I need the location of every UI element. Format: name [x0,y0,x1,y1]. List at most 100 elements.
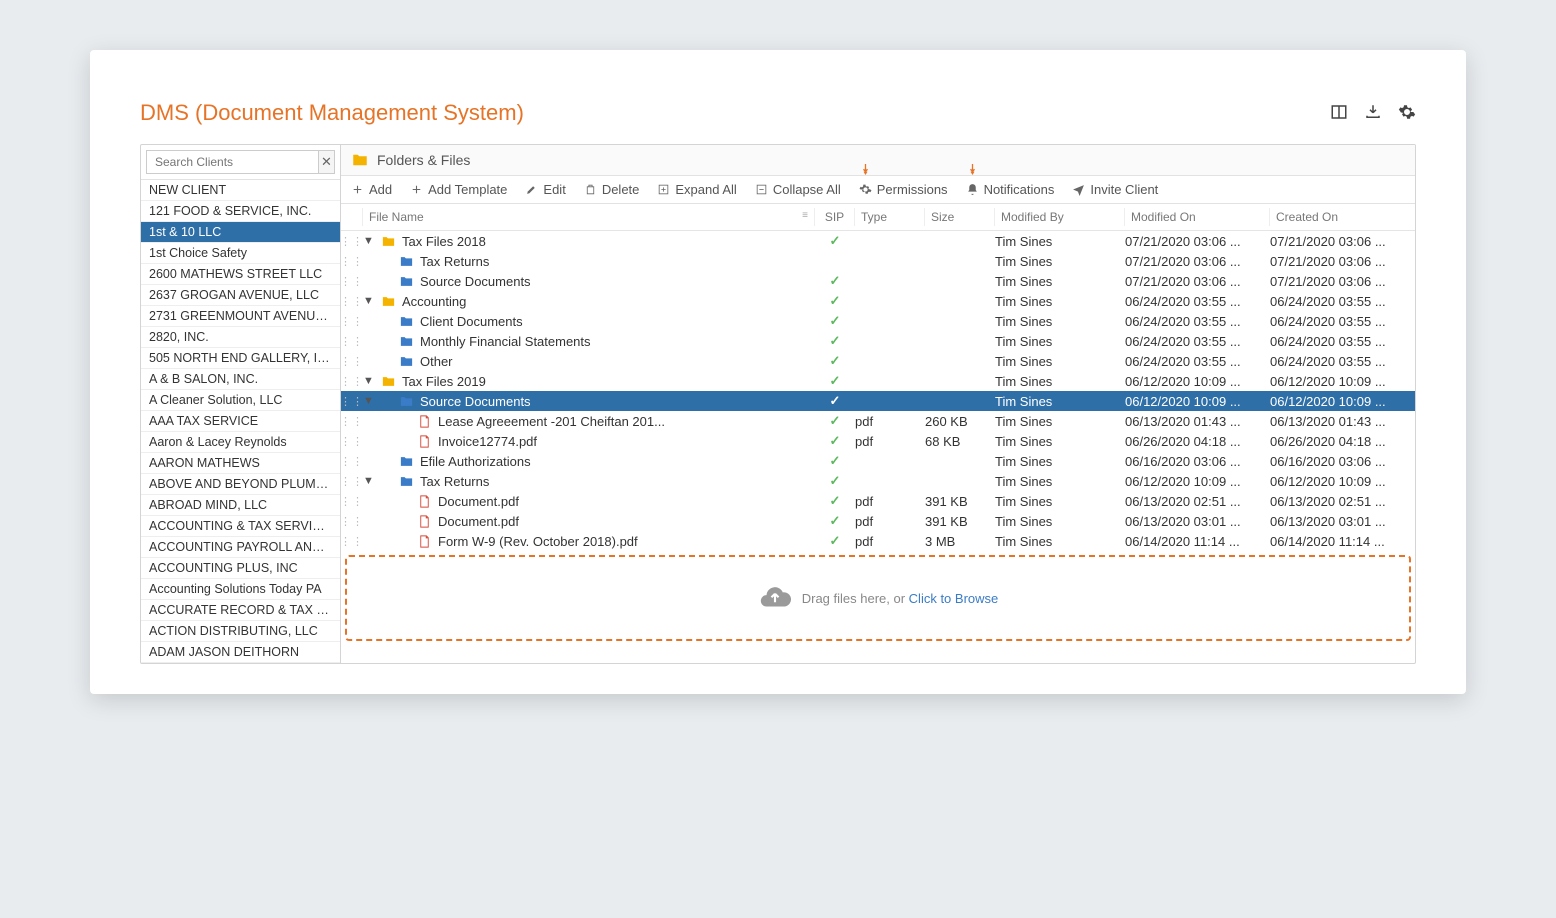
notifications-button[interactable]: Notifications [966,182,1055,197]
drag-handle-icon[interactable]: ⋮⋮ [341,235,363,248]
client-item[interactable]: 2637 GROGAN AVENUE, LLC [141,285,340,306]
client-item[interactable]: A Cleaner Solution, LLC [141,390,340,411]
drag-handle-icon[interactable]: ⋮⋮ [341,435,363,448]
client-item[interactable]: 2820, INC. [141,327,340,348]
client-item[interactable]: Accounting Solutions Today PA [141,579,340,600]
table-row[interactable]: ⋮⋮Document.pdf✓pdf391 KBTim Sines06/13/2… [341,491,1415,511]
drag-handle-icon[interactable]: ⋮⋮ [341,355,363,368]
col-sip[interactable]: SIP [815,208,855,226]
client-item[interactable]: ACTION DISTRIBUTING, LLC [141,621,340,642]
sort-icon[interactable]: ≡ [802,210,808,224]
table-row[interactable]: ⋮⋮Source Documents✓Tim Sines07/21/2020 0… [341,271,1415,291]
table-row[interactable]: ⋮⋮▼Tax Files 2019✓Tim Sines06/12/2020 10… [341,371,1415,391]
client-item[interactable]: 505 NORTH END GALLERY, INC [141,348,340,369]
delete-button[interactable]: Delete [584,182,640,197]
table-row[interactable]: ⋮⋮▼Tax Returns✓Tim Sines06/12/2020 10:09… [341,471,1415,491]
file-name: Tax Files 2019 [402,374,486,389]
table-row[interactable]: ⋮⋮▼Accounting✓Tim Sines06/24/2020 03:55 … [341,291,1415,311]
client-item[interactable]: 1st & 10 LLC [141,222,340,243]
client-item[interactable]: ACCURATE RECORD & TAX SERVICE [141,600,340,621]
expand-toggle[interactable]: ▼ [363,395,381,407]
clear-search-icon[interactable]: ✕ [319,150,335,174]
table-row[interactable]: ⋮⋮Efile Authorizations✓Tim Sines06/16/20… [341,451,1415,471]
client-list[interactable]: NEW CLIENT121 FOOD & SERVICE, INC.1st & … [141,180,340,663]
panel-toggle-icon[interactable] [1330,103,1348,124]
drag-handle-icon[interactable]: ⋮⋮ [341,495,363,508]
modified-on-cell: 06/13/2020 01:43 ... [1125,414,1270,429]
modified-by-cell: Tim Sines [995,434,1125,449]
invite-client-button[interactable]: Invite Client [1072,182,1158,197]
drag-handle-icon[interactable]: ⋮⋮ [341,415,363,428]
client-item[interactable]: ADAM JASON DEITHORN [141,642,340,663]
client-item[interactable]: 2731 GREENMOUNT AVENUE LLC [141,306,340,327]
modified-by-cell: Tim Sines [995,514,1125,529]
client-item[interactable]: 121 FOOD & SERVICE, INC. [141,201,340,222]
table-row[interactable]: ⋮⋮Form W-9 (Rev. October 2018).pdf✓pdf3 … [341,531,1415,551]
drag-handle-icon[interactable]: ⋮⋮ [341,475,363,488]
client-item[interactable]: ABROAD MIND, LLC [141,495,340,516]
client-item[interactable]: ABOVE AND BEYOND PLUMBING & ... [141,474,340,495]
col-modified-by[interactable]: Modified By [995,208,1125,226]
client-item[interactable]: AARON MATHEWS [141,453,340,474]
client-item[interactable]: 1st Choice Safety [141,243,340,264]
file-name: Source Documents [420,394,531,409]
expand-all-button[interactable]: Expand All [657,182,736,197]
drag-handle-icon[interactable]: ⋮⋮ [341,535,363,548]
col-modified-on[interactable]: Modified On [1125,208,1270,226]
created-on-cell: 06/12/2020 10:09 ... [1270,394,1415,409]
col-created-on[interactable]: Created On [1270,208,1415,226]
drag-handle-icon[interactable]: ⋮⋮ [341,295,363,308]
table-row[interactable]: ⋮⋮▼Source Documents✓Tim Sines06/12/2020 … [341,391,1415,411]
table-row[interactable]: ⋮⋮Other✓Tim Sines06/24/2020 03:55 ...06/… [341,351,1415,371]
size-cell: 68 KB [925,434,995,449]
created-on-cell: 06/24/2020 03:55 ... [1270,334,1415,349]
drag-handle-icon[interactable]: ⋮⋮ [341,375,363,388]
add-template-button[interactable]: Add Template [410,182,507,197]
expand-toggle[interactable]: ▼ [363,375,381,387]
table-row[interactable]: ⋮⋮Monthly Financial Statements✓Tim Sines… [341,331,1415,351]
client-item[interactable]: 2600 MATHEWS STREET LLC [141,264,340,285]
drag-handle-icon[interactable]: ⋮⋮ [341,255,363,268]
permissions-button[interactable]: Permissions [859,182,948,197]
expand-toggle[interactable]: ▼ [363,235,381,247]
expand-toggle[interactable]: ▼ [363,475,381,487]
table-row[interactable]: ⋮⋮Lease Agreeement -201 Cheiftan 201...✓… [341,411,1415,431]
add-button[interactable]: Add [351,182,392,197]
browse-link[interactable]: Click to Browse [909,591,999,606]
client-item[interactable]: AAA TAX SERVICE [141,411,340,432]
download-icon[interactable] [1364,103,1382,124]
collapse-all-button[interactable]: Collapse All [755,182,841,197]
drag-handle-icon[interactable]: ⋮⋮ [341,275,363,288]
table-row[interactable]: ⋮⋮Tax ReturnsTim Sines07/21/2020 03:06 .… [341,251,1415,271]
table-row[interactable]: ⋮⋮▼Tax Files 2018✓Tim Sines07/21/2020 03… [341,231,1415,251]
client-item[interactable]: NEW CLIENT [141,180,340,201]
expand-toggle[interactable]: ▼ [363,295,381,307]
file-name-cell: Tax Files 2019 [381,374,815,389]
table-row[interactable]: ⋮⋮Document.pdf✓pdf391 KBTim Sines06/13/2… [341,511,1415,531]
modified-on-cell: 07/21/2020 03:06 ... [1125,254,1270,269]
search-input[interactable] [146,150,319,174]
modified-by-cell: Tim Sines [995,494,1125,509]
col-size[interactable]: Size [925,208,995,226]
client-item[interactable]: A & B SALON, INC. [141,369,340,390]
modified-by-cell: Tim Sines [995,314,1125,329]
drag-handle-icon[interactable]: ⋮⋮ [341,515,363,528]
client-item[interactable]: ACCOUNTING PAYROLL AND TAX S... [141,537,340,558]
file-name-cell: Tax Returns [381,254,815,269]
drag-handle-icon[interactable]: ⋮⋮ [341,455,363,468]
client-item[interactable]: ACCOUNTING PLUS, INC [141,558,340,579]
col-type[interactable]: Type [855,208,925,226]
table-row[interactable]: ⋮⋮Client Documents✓Tim Sines06/24/2020 0… [341,311,1415,331]
edit-button[interactable]: Edit [525,182,565,197]
main-panel: Folders & Files Add Add Template Edit De… [341,145,1415,663]
dropzone[interactable]: Drag files here, or Click to Browse [345,555,1411,641]
drag-handle-icon[interactable]: ⋮⋮ [341,335,363,348]
table-row[interactable]: ⋮⋮Invoice12774.pdf✓pdf68 KBTim Sines06/2… [341,431,1415,451]
modified-on-cell: 06/16/2020 03:06 ... [1125,454,1270,469]
drag-handle-icon[interactable]: ⋮⋮ [341,315,363,328]
col-filename[interactable]: File Name≡ [363,208,815,226]
client-item[interactable]: ACCOUNTING & TAX SERVICES [141,516,340,537]
gear-icon[interactable] [1398,103,1416,124]
client-item[interactable]: Aaron & Lacey Reynolds [141,432,340,453]
drag-handle-icon[interactable]: ⋮⋮ [341,395,363,408]
